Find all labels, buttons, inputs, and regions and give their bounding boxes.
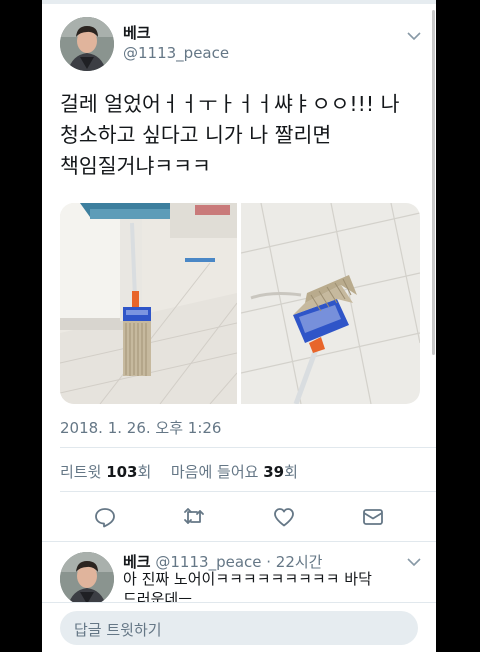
author-name[interactable]: 베크: [123, 22, 151, 43]
retweet-icon[interactable]: [182, 505, 206, 529]
compose-bar: 답글 트윗하기: [42, 602, 436, 652]
tweet-timestamp[interactable]: 2018. 1. 26. 오후 1:26: [60, 417, 221, 438]
scrollbar[interactable]: [432, 10, 435, 355]
reply-author-avatar[interactable]: [60, 552, 114, 606]
divider: [60, 447, 436, 448]
tweet-text-line: 청소하고 싶다고 니가 나 짤리면: [60, 123, 332, 147]
reply-compose-input[interactable]: 답글 트윗하기: [60, 611, 418, 645]
likes-label[interactable]: 마음에 들어요: [171, 463, 259, 481]
reply-icon[interactable]: [93, 505, 117, 529]
likes-unit: 회: [284, 463, 298, 481]
divider: [42, 541, 436, 542]
divider: [60, 491, 436, 492]
retweets-unit: 회: [137, 463, 152, 481]
tweet-photo-mop-standing[interactable]: [60, 203, 237, 404]
author-handle[interactable]: @1113_peace: [123, 44, 229, 62]
chevron-down-icon[interactable]: [406, 30, 422, 42]
compose-placeholder: 답글 트윗하기: [74, 621, 162, 639]
tweet-photo-mop-floor[interactable]: [241, 203, 420, 404]
tweet-text-line: 걸레 얼었어ㅓㅓㅜㅏㅓㅓ쌰ㅑㅇㅇ!!! 나: [60, 92, 400, 116]
chevron-down-icon[interactable]: [406, 556, 422, 568]
tweet-text-line: 책임질거냐ㅋㅋㅋ: [60, 154, 211, 178]
retweets-label[interactable]: 리트윗: [60, 463, 101, 481]
top-divider: [42, 0, 436, 4]
like-icon[interactable]: [272, 505, 296, 529]
tweet-detail-screen: 베크 @1113_peace 걸레 얼었어ㅓㅓㅜㅏㅓㅓ쌰ㅑㅇㅇ!!! 나 청소하…: [42, 0, 436, 652]
likes-count[interactable]: 39: [263, 463, 284, 481]
tweet-stats: 리트윗 103회 마음에 들어요 39회: [60, 461, 298, 482]
direct-message-icon[interactable]: [361, 505, 385, 529]
retweets-count[interactable]: 103: [106, 463, 137, 481]
author-avatar[interactable]: [60, 17, 114, 71]
reply-text-line: 아 진짜 노어이ㅋㅋㅋㅋㅋㅋㅋㅋㅋ 바닥: [123, 570, 372, 588]
tweet-text: 걸레 얼었어ㅓㅓㅜㅏㅓㅓ쌰ㅑㅇㅇ!!! 나 청소하고 싶다고 니가 나 짤리면 …: [60, 89, 430, 182]
